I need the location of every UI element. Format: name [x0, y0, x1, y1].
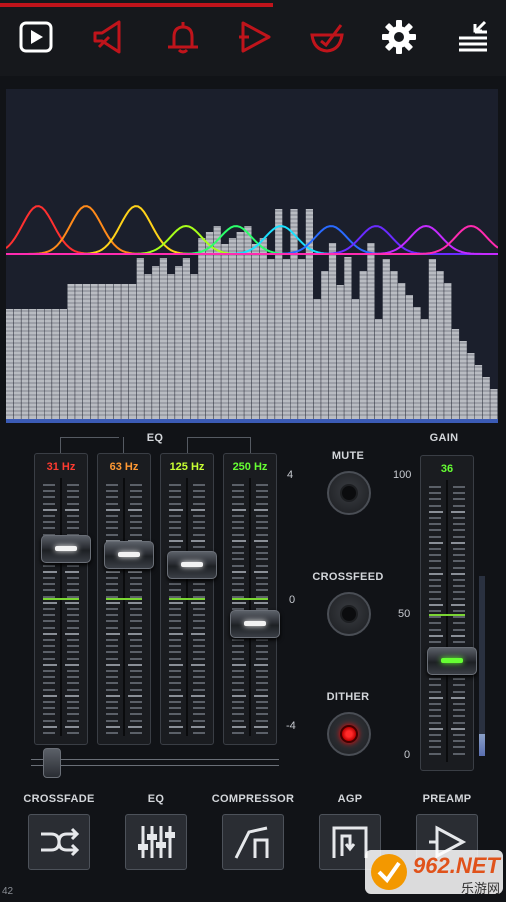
eq-slider-63hz[interactable]: 63 Hz — [97, 453, 154, 745]
spectrum-bar — [259, 238, 267, 419]
bowl-check-icon — [310, 24, 344, 53]
spectrum-bar — [405, 295, 413, 419]
agp-label: AGP — [337, 793, 363, 805]
spectrum-bar — [390, 271, 398, 419]
speaker-button[interactable] — [86, 14, 132, 60]
play-outline-button[interactable] — [232, 14, 278, 60]
spectrum-bar — [436, 271, 444, 419]
corner-number: 42 — [2, 886, 14, 897]
gain-slider[interactable]: 36 — [420, 455, 477, 771]
compressor-curve-icon — [234, 826, 269, 859]
eq-band-label: 125 Hz — [169, 461, 205, 473]
eq-title: EQ — [146, 432, 164, 444]
eq-band-label: 63 Hz — [109, 461, 139, 473]
gain-title: GAIN — [429, 432, 459, 444]
mute-button[interactable] — [327, 471, 371, 515]
eq-slider-250hz[interactable]: 250 Hz — [223, 453, 280, 745]
site-watermark: 962.NET 乐游网 — [365, 847, 503, 897]
shuffle-icon — [41, 827, 80, 857]
bell-icon — [168, 22, 198, 54]
eq-band-label: 31 Hz — [46, 461, 76, 473]
eq-toggle-button[interactable] — [125, 814, 187, 870]
menu-icon — [459, 20, 487, 52]
eq-slider-125hz[interactable]: 125 Hz — [160, 453, 217, 745]
crossfade-label: CROSSFADE — [23, 793, 95, 805]
spectrum-graph — [6, 98, 498, 423]
eq-bracket-inner-left — [123, 437, 124, 453]
crossfeed-label: CROSSFEED — [312, 571, 384, 583]
bell-button[interactable] — [160, 14, 206, 60]
settings-button[interactable] — [376, 14, 422, 60]
gain-scale-bottom: 0 — [404, 749, 411, 761]
preamp-label: PREAMP — [422, 793, 472, 805]
crossfeed-button[interactable] — [327, 592, 371, 636]
gain-level-meter — [479, 576, 485, 756]
eq-band-curve — [6, 225, 498, 255]
gain-scale-mid: 50 — [398, 608, 411, 620]
eq-bracket-inner-right — [187, 437, 188, 453]
watermark-subtext: 乐游网 — [461, 881, 501, 896]
eq-scale-top: 4 — [287, 469, 294, 481]
spectrum-bar — [421, 319, 429, 419]
spectrum-bar — [321, 271, 329, 419]
playback-progress-bar[interactable] — [0, 3, 273, 7]
dither-label: DITHER — [326, 691, 370, 703]
spectrum-bar — [359, 271, 367, 419]
top-toolbar — [0, 0, 506, 76]
watermark-text: 962.NET — [413, 853, 500, 878]
spectrum-bar — [198, 238, 206, 419]
compressor-button[interactable] — [222, 814, 284, 870]
gear-icon — [382, 20, 416, 54]
eq-slider-knob[interactable] — [104, 540, 154, 569]
eq-band-label: 250 Hz — [232, 461, 268, 473]
play-outline-icon — [239, 21, 271, 53]
eq-slider-knob[interactable] — [167, 550, 217, 579]
gain-value: 36 — [440, 463, 454, 475]
eq-slider-knob[interactable] — [41, 535, 91, 564]
bowl-button[interactable] — [304, 14, 350, 60]
spectrum-bar — [228, 238, 237, 419]
gain-scale-top: 100 — [393, 469, 412, 481]
mute-label: MUTE — [331, 450, 365, 462]
eq-toggle-label: EQ — [147, 793, 165, 805]
speaker-icon — [93, 20, 121, 54]
spectrum-bar — [375, 319, 383, 419]
menu-button[interactable] — [450, 14, 496, 60]
equalizer-icon — [138, 826, 175, 858]
eq-slider-31hz[interactable]: 31 Hz — [34, 453, 91, 745]
spectrum-visualizer[interactable] — [6, 89, 498, 423]
play-button[interactable] — [13, 14, 59, 60]
eq-scale-mid: 0 — [289, 594, 296, 606]
balance-slider-thumb[interactable] — [43, 748, 61, 778]
eq-scale-bottom: -4 — [286, 720, 296, 732]
play-icon — [19, 21, 53, 53]
balance-slider[interactable] — [31, 748, 279, 778]
compressor-label: COMPRESSOR — [211, 793, 295, 805]
crossfade-button[interactable] — [28, 814, 90, 870]
eq-slider-knob[interactable] — [230, 610, 280, 639]
gain-slider-knob[interactable] — [427, 647, 477, 676]
dither-button[interactable] — [327, 712, 371, 756]
